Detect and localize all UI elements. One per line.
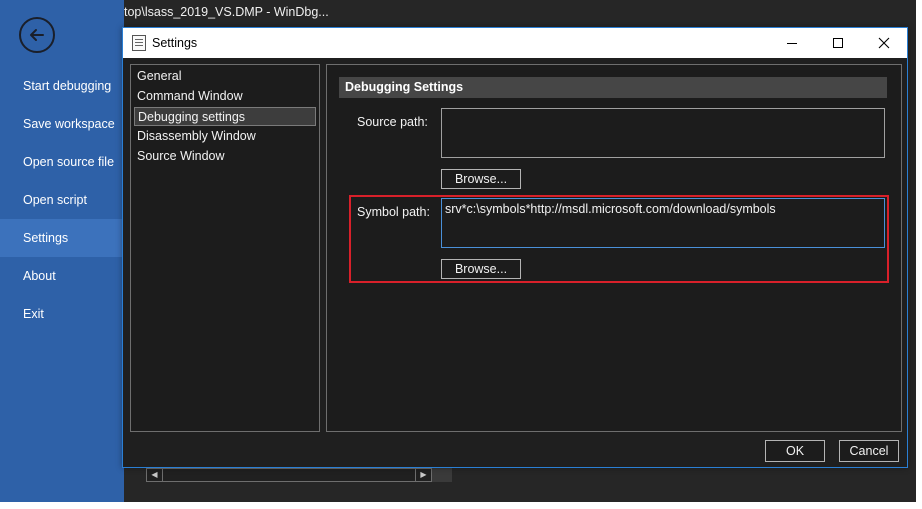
menu-item-about[interactable]: About xyxy=(0,257,124,295)
cancel-button[interactable]: Cancel xyxy=(839,440,899,462)
source-path-browse-button[interactable]: Browse... xyxy=(441,169,521,189)
menu-item-open-script[interactable]: Open script xyxy=(0,181,124,219)
menu-item-settings[interactable]: Settings xyxy=(0,219,124,257)
frame-edge-bottom xyxy=(0,502,922,509)
tree-item-debugging-settings[interactable]: Debugging settings xyxy=(134,107,316,126)
tree-item-general[interactable]: General xyxy=(134,67,316,86)
menu-item-exit[interactable]: Exit xyxy=(0,295,124,333)
scroll-right-icon[interactable]: ▶ xyxy=(415,469,431,481)
symbol-path-label: Symbol path: xyxy=(357,205,430,219)
menu-item-start-debugging[interactable]: Start debugging xyxy=(0,67,124,105)
minimize-icon xyxy=(787,43,797,44)
menu-item-open-source-file[interactable]: Open source file xyxy=(0,143,124,181)
source-path-label: Source path: xyxy=(357,115,428,129)
close-button[interactable] xyxy=(861,28,907,58)
settings-document-icon xyxy=(132,35,146,51)
tree-item-disassembly-window[interactable]: Disassembly Window xyxy=(134,127,316,146)
tree-item-command-window[interactable]: Command Window xyxy=(134,87,316,106)
minimize-button[interactable] xyxy=(769,28,815,58)
menu-item-save-workspace[interactable]: Save workspace xyxy=(0,105,124,143)
symbol-path-browse-button[interactable]: Browse... xyxy=(441,259,521,279)
settings-category-tree: General Command Window Debugging setting… xyxy=(130,64,320,432)
backstage-menu: Start debugging Save workspace Open sour… xyxy=(0,0,124,502)
section-header: Debugging Settings xyxy=(339,77,887,98)
ok-button[interactable]: OK xyxy=(765,440,825,462)
dialog-title-bar[interactable]: Settings xyxy=(123,28,907,58)
maximize-icon xyxy=(833,38,843,48)
window-title: top\lsass_2019_VS.DMP - WinDbg... xyxy=(124,5,329,19)
symbol-path-input[interactable]: srv*c:\symbols*http://msdl.microsoft.com… xyxy=(441,198,885,248)
back-arrow-circle-icon xyxy=(30,29,44,41)
tree-item-source-window[interactable]: Source Window xyxy=(134,147,316,166)
settings-dialog: Settings General Command Window Debuggin… xyxy=(122,27,908,468)
scroll-left-icon[interactable]: ◀ xyxy=(147,469,163,481)
maximize-button[interactable] xyxy=(815,28,861,58)
settings-pane: Debugging Settings Source path: Browse..… xyxy=(326,64,902,432)
frame-edge-right xyxy=(916,0,922,509)
close-icon xyxy=(878,37,890,49)
scrollbar-end xyxy=(432,468,452,482)
back-button[interactable] xyxy=(19,17,55,53)
horizontal-scrollbar[interactable]: ◀ ▶ xyxy=(146,468,432,482)
dialog-title: Settings xyxy=(152,36,198,50)
source-path-input[interactable] xyxy=(441,108,885,158)
